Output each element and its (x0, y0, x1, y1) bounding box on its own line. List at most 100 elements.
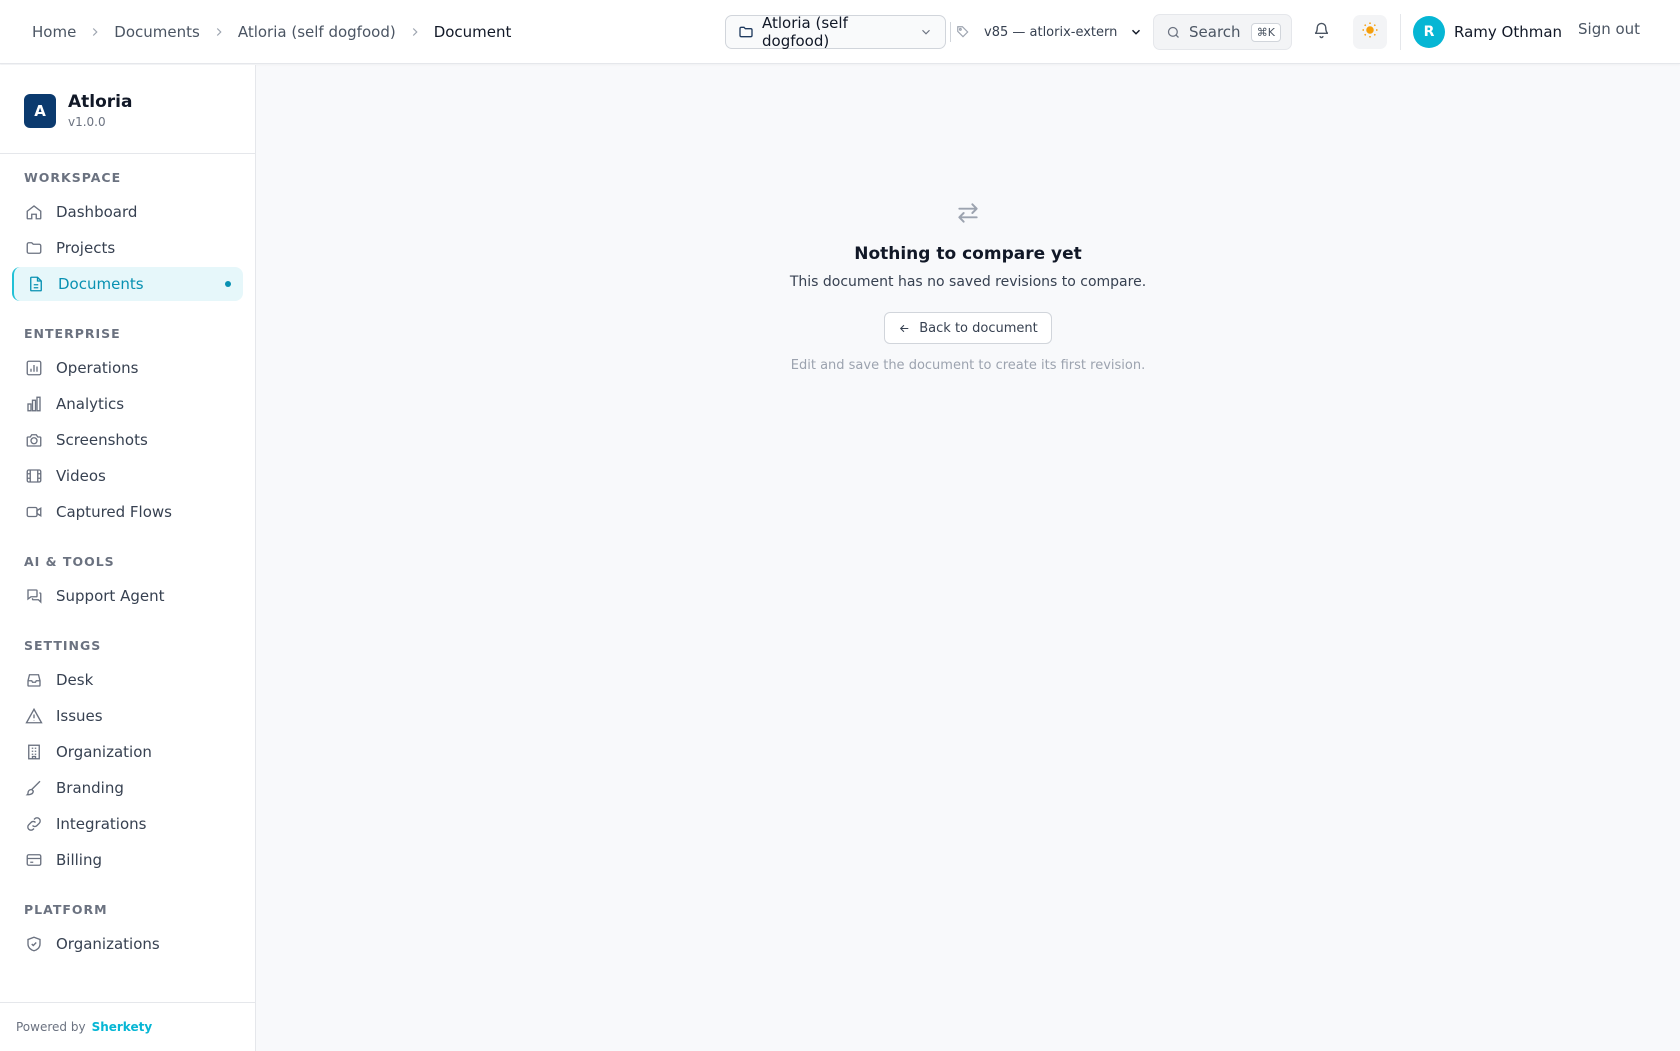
bell-icon (1313, 22, 1330, 43)
arrow-left-icon (898, 322, 911, 335)
theme-toggle[interactable] (1353, 15, 1387, 49)
sidebar-item-label: Videos (56, 467, 106, 485)
breadcrumb: Home Documents Atloria (self dogfood) Do… (32, 0, 511, 64)
sidebar-item-label: Organizations (56, 935, 160, 953)
search-button[interactable]: Search ⌘K (1153, 14, 1292, 50)
brand[interactable]: A Atloria v1.0.0 (24, 92, 132, 130)
sidebar-item-label: Desk (56, 671, 94, 689)
brush-icon (24, 778, 44, 798)
folder-icon (738, 24, 754, 40)
powered-by: Powered by Sherkety (16, 1020, 152, 1034)
sidebar-item-analytics[interactable]: Analytics (12, 387, 243, 421)
sidebar-item-support-agent[interactable]: Support Agent (12, 579, 243, 613)
warning-icon (24, 706, 44, 726)
breadcrumb-documents[interactable]: Documents (114, 23, 200, 41)
back-to-document-button[interactable]: Back to document (884, 312, 1052, 344)
user-menu[interactable]: R Ramy Othman (1413, 16, 1562, 48)
breadcrumb-current: Document (433, 23, 512, 41)
sidebar-item-issues[interactable]: Issues (12, 699, 243, 733)
sidebar-item-label: Operations (56, 359, 139, 377)
sidebar-item-captured-flows[interactable]: Captured Flows (12, 495, 243, 529)
link-icon (24, 814, 44, 834)
sidebar-item-label: Dashboard (56, 203, 138, 221)
folder-icon (24, 238, 44, 258)
sidebar-item-label: Documents (58, 275, 144, 293)
search-icon (1166, 25, 1181, 40)
sidebar-item-label: Organization (56, 743, 152, 761)
powered-by-link[interactable]: Sherkety (92, 1020, 153, 1034)
powered-by-label: Powered by (16, 1020, 86, 1034)
sidebar-item-label: Captured Flows (56, 503, 172, 521)
tag-icon (956, 25, 970, 39)
bar-chart-icon (24, 358, 44, 378)
sidebar-item-screenshots[interactable]: Screenshots (12, 423, 243, 457)
version-select-value: v85 — atlorix-extern (984, 24, 1118, 40)
analytics-icon (24, 394, 44, 414)
brand-logo: A (24, 94, 56, 128)
shield-check-icon (24, 934, 44, 954)
divider (950, 22, 951, 42)
sidebar-item-label: Screenshots (56, 431, 148, 449)
breadcrumb-project[interactable]: Atloria (self dogfood) (238, 23, 396, 41)
sidebar-item-billing[interactable]: Billing (12, 843, 243, 877)
sidebar-item-label: Integrations (56, 815, 147, 833)
back-button-label: Back to document (919, 320, 1038, 336)
sidebar-item-operations[interactable]: Operations (12, 351, 243, 385)
section-title-ai-tools: AI & TOOLS (24, 554, 115, 569)
sidebar-item-label: Branding (56, 779, 124, 797)
sidebar-item-documents[interactable]: Documents (12, 267, 243, 301)
compare-arrows-icon (955, 200, 981, 226)
user-name: Ramy Othman (1454, 23, 1563, 41)
sidebar-item-branding[interactable]: Branding (12, 771, 243, 805)
sidebar-item-label: Support Agent (56, 587, 165, 605)
sidebar-item-dashboard[interactable]: Dashboard (12, 195, 243, 229)
chevron-down-icon (1129, 25, 1143, 39)
project-select[interactable]: Atloria (self dogfood) (725, 14, 946, 50)
divider (0, 1002, 255, 1003)
chevron-right-icon (88, 25, 102, 39)
empty-state: Nothing to compare yet This document has… (256, 200, 1680, 373)
top-bar: Home Documents Atloria (self dogfood) Do… (0, 0, 1680, 64)
sidebar-item-integrations[interactable]: Integrations (12, 807, 243, 841)
sidebar-item-label: Issues (56, 707, 103, 725)
chat-bubbles-icon (24, 586, 44, 606)
chevron-right-icon (212, 25, 226, 39)
sidebar-item-organizations[interactable]: Organizations (12, 927, 243, 961)
brand-version: v1.0.0 (68, 115, 106, 129)
active-dot (225, 281, 231, 287)
sidebar: A Atloria v1.0.0 WORKSPACE Dashboard Pro… (0, 65, 256, 1051)
search-shortcut: ⌘K (1250, 22, 1281, 42)
section-title-workspace: WORKSPACE (24, 170, 122, 185)
sidebar-item-projects[interactable]: Projects (12, 231, 243, 265)
version-select[interactable]: v85 — atlorix-extern (956, 15, 1143, 49)
divider (0, 153, 255, 154)
section-title-settings: SETTINGS (24, 638, 102, 653)
sidebar-item-organization[interactable]: Organization (12, 735, 243, 769)
sign-out-button[interactable]: Sign out (1578, 20, 1640, 38)
sidebar-item-desk[interactable]: Desk (12, 663, 243, 697)
notifications-button[interactable] (1306, 17, 1336, 47)
search-label: Search (1189, 23, 1241, 41)
breadcrumb-home[interactable]: Home (32, 23, 76, 41)
sidebar-item-label: Analytics (56, 395, 125, 413)
empty-hint: Edit and save the document to create its… (790, 358, 1146, 373)
empty-title: Nothing to compare yet (854, 244, 1082, 264)
project-select-value: Atloria (self dogfood) (762, 14, 848, 50)
sidebar-item-label: Billing (56, 851, 102, 869)
avatar: R (1413, 16, 1445, 48)
chevron-right-icon (408, 25, 422, 39)
section-title-enterprise: ENTERPRISE (24, 326, 121, 341)
film-icon (24, 466, 44, 486)
video-camera-icon (24, 502, 44, 522)
brand-name: Atloria (68, 92, 133, 112)
section-title-platform: PLATFORM (24, 902, 108, 917)
credit-card-icon (24, 850, 44, 870)
inbox-icon (24, 670, 44, 690)
building-icon (24, 742, 44, 762)
sun-icon (1361, 21, 1379, 43)
divider (1400, 14, 1401, 50)
camera-icon (24, 430, 44, 450)
sidebar-item-label: Projects (56, 239, 116, 257)
sidebar-item-videos[interactable]: Videos (12, 459, 243, 493)
home-icon (24, 202, 44, 222)
